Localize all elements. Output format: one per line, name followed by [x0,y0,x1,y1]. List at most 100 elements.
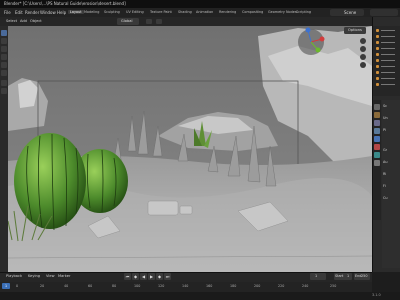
viewport-scene [8,26,372,272]
end-value: 250 [361,274,368,278]
outliner-row[interactable] [374,64,399,69]
menu-window[interactable]: Window [40,10,56,15]
tab-texture-paint[interactable]: Texture Paint [150,10,172,14]
menu-file[interactable]: File [4,10,11,15]
section-label[interactable]: Pi [383,128,386,132]
playhead[interactable]: 1 [2,283,10,289]
section-label[interactable]: Gr [383,148,387,152]
frame-tick: 160 [206,284,213,288]
frame-tick: 80 [112,284,117,288]
start-value: 1 [347,274,350,278]
proportional-edit-icon[interactable] [156,19,162,24]
section-label[interactable]: Fi [383,184,386,188]
version-label: 3.1.0 [372,293,381,297]
frame-tick: 120 [158,284,165,288]
frame-tick: 40 [64,284,69,288]
frame-tick: 220 [278,284,285,288]
playback-menu[interactable]: Playback [6,274,22,278]
section-label[interactable]: Un [383,116,388,120]
section-label[interactable]: Au [383,160,387,164]
jump-end-icon[interactable]: ⏭ [164,273,171,280]
perspective-toggle-icon[interactable] [360,62,366,68]
cursor-tool-icon[interactable] [1,38,7,44]
outliner-row[interactable] [374,58,399,63]
select-tool-icon[interactable] [1,30,7,36]
frame-tick: 180 [230,284,237,288]
annotate-tool-icon[interactable] [1,80,7,86]
cactus-left [14,133,86,229]
tab-layout[interactable]: Layout [68,10,84,14]
outliner-row[interactable] [374,70,399,75]
outliner-row[interactable] [374,40,399,45]
tab-rendering[interactable]: Rendering [219,10,236,14]
marker-menu[interactable]: Marker [58,274,70,278]
menu-help[interactable]: Help [57,10,66,15]
tool-tab-icon[interactable] [374,104,380,110]
rotate-tool-icon[interactable] [1,54,7,60]
current-frame-value: 1 [315,274,318,278]
window-title: Blender* [C:\Users\...\PS Natural Guide\… [4,1,126,6]
transform-orientation-label: Global [121,19,133,23]
frame-tick: 20 [40,284,45,288]
play-icon[interactable]: ▶ [148,273,155,280]
tab-compositing[interactable]: Compositing [242,10,263,14]
frame-tick: 140 [182,284,189,288]
navigation-gizmo[interactable] [296,27,326,57]
frame-tick: 200 [254,284,261,288]
outliner-row[interactable] [374,52,399,57]
tab-scripting[interactable]: Scripting [296,10,311,14]
frame-tick: 250 [330,284,337,288]
scale-tool-icon[interactable] [1,62,7,68]
play-reverse-icon[interactable]: ◀ [140,273,147,280]
scene-label: Scene [344,10,357,15]
tab-uv-editing[interactable]: UV Editing [126,10,144,14]
snap-icon[interactable] [146,19,152,24]
move-tool-icon[interactable] [1,46,7,52]
section-label[interactable]: Sc [383,104,387,108]
prev-keyframe-icon[interactable]: ◆ [132,273,139,280]
outliner-row[interactable] [374,76,399,81]
view-menu[interactable]: View [46,274,55,278]
outliner-row[interactable] [374,34,399,39]
outliner-row[interactable] [374,46,399,51]
current-frame-field[interactable] [310,273,326,280]
tab-sculpting[interactable]: Sculpting [104,10,120,14]
playback-controls: ⏮ ◆ ◀ ▶ ◆ ⏭ [124,273,171,280]
next-keyframe-icon[interactable]: ◆ [156,273,163,280]
keying-menu[interactable]: Keying [28,274,40,278]
transform-tool-icon[interactable] [1,70,7,76]
outliner-row[interactable] [374,28,399,33]
frame-tick: 0 [16,284,19,288]
tab-geometry-nodes[interactable]: Geometry Nodes [268,10,297,14]
frame-tick: 240 [302,284,309,288]
texture-tab-icon[interactable] [374,160,380,166]
menu-render[interactable]: Render [25,10,39,15]
view-layer-selector[interactable] [370,9,398,16]
view-layer-tab-icon[interactable] [374,128,380,134]
menu-edit[interactable]: Edit [15,10,23,15]
collection-tab-icon[interactable] [374,152,380,158]
viewport-header [0,17,372,26]
jump-start-icon[interactable]: ⏮ [124,273,131,280]
zoom-icon[interactable] [360,38,366,44]
scene-tab-icon[interactable] [374,136,380,142]
tab-modeling[interactable]: Modeling [84,10,99,14]
world-tab-icon[interactable] [374,144,380,150]
object-menu[interactable]: Object [30,19,42,23]
pan-icon[interactable] [360,46,366,52]
frame-tick: 100 [134,284,141,288]
tab-animation[interactable]: Animation [196,10,213,14]
outliner-row[interactable] [374,82,399,87]
start-label: Start [335,274,344,278]
section-label[interactable]: Cu [383,196,388,200]
3d-viewport[interactable] [8,26,372,272]
section-label[interactable]: Ri [383,172,386,176]
select-menu[interactable]: Select [6,19,17,23]
output-tab-icon[interactable] [374,120,380,126]
options-label: Options [348,28,362,32]
camera-view-icon[interactable] [360,54,366,60]
add-menu[interactable]: Add [20,19,27,23]
tab-shading[interactable]: Shading [178,10,192,14]
render-tab-icon[interactable] [374,112,380,118]
measure-tool-icon[interactable] [1,88,7,94]
